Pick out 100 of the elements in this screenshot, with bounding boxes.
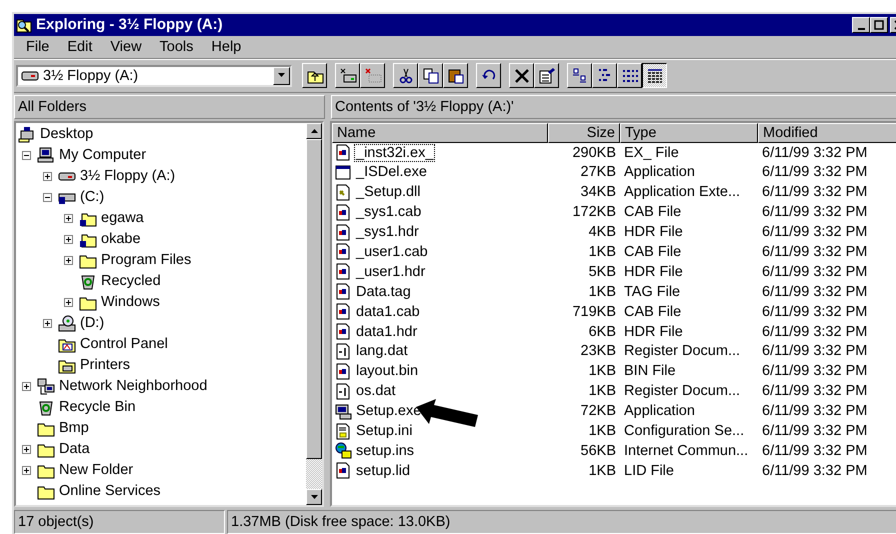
table-cell-text: 6/11/99 3:32 PM [761,284,868,300]
undo-button[interactable] [476,63,501,88]
tree-item[interactable]: okabe [101,231,141,248]
file-name[interactable]: _ISDel.exe [354,163,429,182]
network-icon [37,378,55,395]
table-cell-text: 290KB [571,144,617,161]
properties-button[interactable] [534,63,559,88]
disconnect-button[interactable] [360,63,385,88]
tree-item[interactable]: Recycle Bin [59,399,136,416]
cut-button[interactable] [393,63,418,88]
file-icon [335,184,352,201]
minimize-button[interactable] [852,16,870,33]
tree-item[interactable]: Desktop [40,126,94,142]
file-name[interactable]: lang.dat [354,342,410,360]
scroll-down-icon [310,495,318,500]
tree-item[interactable]: Network Neighborhood [59,378,208,394]
copy-button[interactable] [418,63,443,88]
delete-button[interactable] [509,63,534,88]
table-cell-text: Application Exte... [623,184,742,200]
column-header[interactable]: Name [332,122,548,143]
file-name[interactable]: layout.bin [354,362,420,380]
column-header[interactable]: Modified [758,122,896,143]
tree-item[interactable]: Online Services [59,483,161,500]
tree-item[interactable]: Program Files [101,252,192,268]
tree-item[interactable]: Data [59,441,90,458]
expand-icon[interactable] [22,444,31,454]
address-dropdown[interactable]: 3½ Floppy (A:) [16,64,292,87]
file-name[interactable]: os.dat [354,382,398,400]
table-cell-text: 6/11/99 3:32 PM [761,383,868,400]
pane-header: Contents of '3½ Floppy (A:)' [331,94,896,119]
menu-item[interactable]: File [18,38,58,55]
tree-item[interactable]: (C:) [80,189,104,206]
file-name[interactable]: _user1.cab [354,242,430,261]
file-name[interactable]: Data.tag [354,282,413,301]
table-cell-text: Register Docum... [623,343,742,360]
tree-item[interactable]: Bmp [59,420,89,436]
table-cell-text: 1KB [588,244,617,260]
small-button[interactable] [592,63,617,88]
list-button[interactable] [617,63,642,88]
collapse-icon[interactable] [43,192,52,202]
table-cell-text: 6KB [588,324,617,340]
file-icon [335,243,352,260]
file-name[interactable]: data1.cab [354,302,422,321]
table-cell-text: CAB File [623,304,682,320]
large-button[interactable] [567,63,592,88]
cdrom-icon [58,314,76,332]
table-cell-text: BIN File [623,363,677,380]
tree-item[interactable]: (D:) [80,315,104,332]
status-text: 17 object(s) [14,510,225,534]
file-name[interactable]: setup.ins [354,442,416,460]
file-name[interactable]: _Setup.dll [354,183,422,202]
expand-icon[interactable] [22,466,31,475]
tree-item[interactable]: Recycled [101,273,161,290]
file-name[interactable]: Setup.ini [354,422,414,440]
file-name[interactable]: _inst32i.ex_ [354,144,436,162]
expand-icon[interactable] [22,382,31,391]
minimize-icon [858,28,864,30]
menu-item[interactable]: View [102,38,150,55]
table-cell-text: CAB File [623,244,682,260]
menu-item[interactable]: Edit [59,38,100,55]
tree-item[interactable]: Control Panel [80,336,168,352]
table-cell-text: 6/11/99 3:32 PM [761,423,868,439]
details-button[interactable] [642,63,667,88]
expand-icon[interactable] [43,172,52,181]
scrollbar[interactable] [306,122,322,506]
expand-icon[interactable] [64,298,73,307]
file-name[interactable]: data1.hdr [354,322,420,341]
menu-item[interactable]: Tools [152,38,202,55]
file-icon [335,442,352,460]
table-cell-text: 34KB [580,184,617,200]
collapse-icon[interactable] [22,150,31,160]
tree-item[interactable]: Printers [80,357,130,374]
file-name[interactable]: _sys1.hdr [354,223,421,242]
maximize-button[interactable] [870,16,888,33]
file-name[interactable]: setup.lid [354,462,412,480]
details-icon [646,66,664,85]
tree-item[interactable]: My Computer [59,147,146,164]
paste-button[interactable] [443,63,468,88]
table-cell-text: 72KB [580,403,617,420]
computer-icon [37,146,55,164]
scroll-up-icon [310,128,318,133]
column-header[interactable]: Size [548,122,620,143]
expand-icon[interactable] [43,318,52,328]
large-icon [570,66,588,85]
file-name[interactable]: _sys1.cab [354,203,424,222]
expand-icon[interactable] [64,214,73,223]
tree-item[interactable]: 3½ Floppy (A:) [80,168,176,184]
status-text: 1.37MB (Disk free space: 13.0KB) [227,510,896,534]
file-name[interactable]: Setup.exe [354,402,424,420]
up-button[interactable] [302,63,327,88]
menu-item[interactable]: Help [203,38,250,55]
tree-item[interactable]: Windows [101,294,160,310]
expand-icon[interactable] [64,256,73,265]
file-name[interactable]: _user1.hdr [354,262,428,281]
tree-item[interactable]: New Folder [59,462,134,478]
map-button[interactable] [335,63,360,88]
table-cell-text: 6/11/99 3:32 PM [761,324,868,340]
column-header[interactable]: Type [620,122,758,143]
expand-icon[interactable] [64,234,73,244]
tree-item[interactable]: egawa [101,210,144,226]
